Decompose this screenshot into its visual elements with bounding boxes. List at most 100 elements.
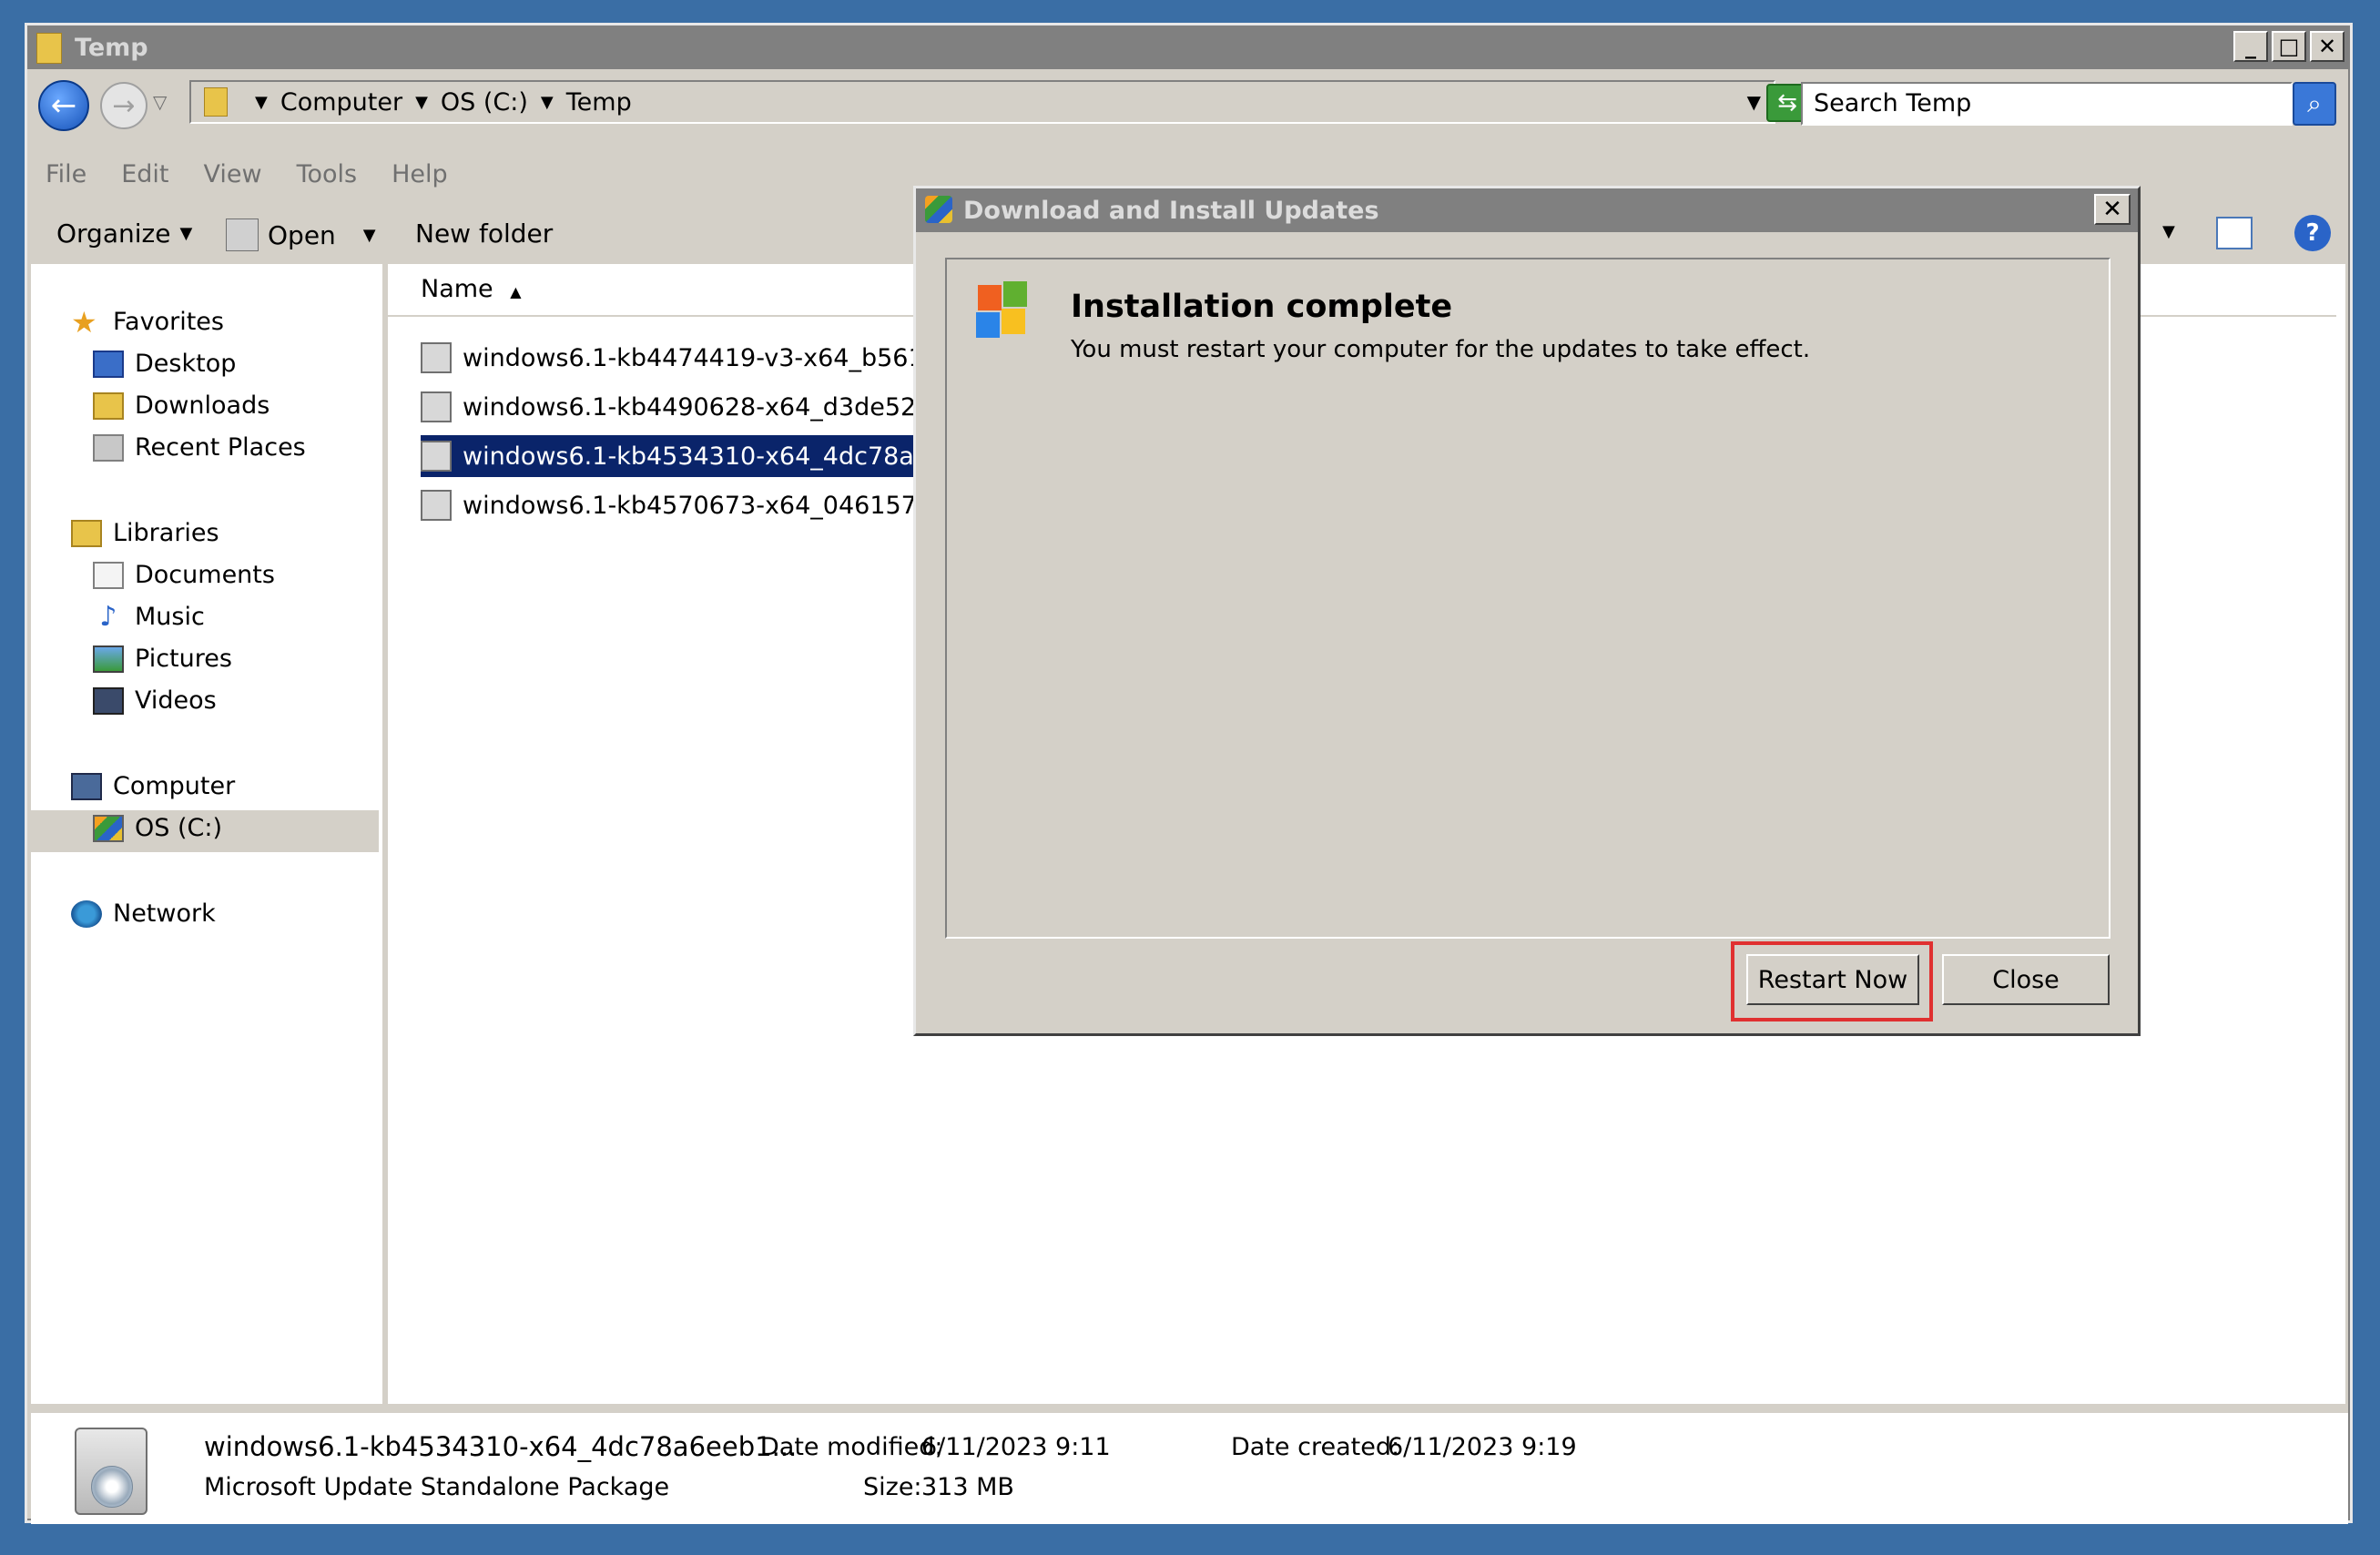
file-row[interactable]: windows6.1-kb4490628-x64_d3de52d698: [421, 386, 988, 428]
update-package-icon: [75, 1428, 147, 1515]
folder-icon: [204, 87, 228, 117]
view-options-dropdown[interactable]: ▼: [2162, 222, 2175, 241]
file-row[interactable]: windows6.1-kb4474419-v3-x64_b5614c6: [421, 337, 978, 379]
address-bar-row: ← → ▽ ▼ Computer ▼ OS (C:) ▼ Temp ▼ ⇆ Se…: [27, 73, 2350, 137]
dialog-title: Download and Install Updates: [963, 197, 1379, 225]
nav-os-c-label: OS (C:): [135, 814, 222, 842]
nav-computer[interactable]: Computer: [71, 772, 235, 800]
date-created-value: 6/11/2023 9:19: [1388, 1433, 1577, 1461]
dialog-message: You must restart your computer for the u…: [1071, 336, 1811, 363]
nav-libraries[interactable]: Libraries: [71, 519, 219, 547]
date-modified-value: 6/11/2023 9:11: [921, 1433, 1111, 1461]
file-row[interactable]: windows6.1-kb4570673-x64_046157fddc: [421, 484, 979, 526]
desktop-icon: [93, 350, 124, 378]
documents-icon: [93, 561, 124, 589]
nav-favorites[interactable]: ★ Favorites: [71, 304, 224, 340]
close-icon: ✕: [2102, 196, 2122, 223]
organize-label: Organize: [56, 219, 171, 249]
file-name: windows6.1-kb4570673-x64_046157fddc: [463, 491, 971, 520]
forward-arrow-icon: →: [112, 89, 136, 122]
preview-pane-icon[interactable]: [2216, 217, 2253, 249]
downloads-icon: [93, 391, 124, 420]
column-header-name[interactable]: Name ▲: [421, 275, 522, 303]
recent-places-icon: [93, 433, 124, 462]
address-history-dropdown[interactable]: ▼: [1747, 91, 1761, 113]
nav-videos-label: Videos: [135, 686, 217, 715]
menu-view[interactable]: View: [203, 160, 261, 188]
nav-recent-places[interactable]: Recent Places: [93, 433, 306, 462]
nav-downloads[interactable]: Downloads: [93, 391, 270, 420]
nav-pictures[interactable]: Pictures: [93, 645, 232, 673]
search-button[interactable]: ⌕: [2293, 82, 2336, 126]
minimize-button[interactable]: _: [2233, 31, 2268, 62]
libraries-icon: [71, 519, 102, 547]
search-input[interactable]: Search Temp: [1801, 82, 2293, 126]
details-filename: windows6.1-kb4534310-x64_4dc78a6eeb1...: [204, 1431, 798, 1462]
chevron-down-icon[interactable]: ▼: [363, 226, 376, 245]
breadcrumb-temp[interactable]: Temp: [566, 88, 632, 117]
nav-desktop[interactable]: Desktop: [93, 350, 236, 378]
dialog-titlebar[interactable]: Download and Install Updates ✕: [916, 188, 2138, 232]
file-name: windows6.1-kb4490628-x64_d3de52d698: [463, 392, 979, 422]
chevron-down-icon: ▼: [179, 224, 193, 243]
nav-music-label: Music: [135, 603, 205, 631]
install-updates-dialog: Download and Install Updates ✕ Installat…: [913, 186, 2141, 1036]
recent-pages-dropdown[interactable]: ▽: [153, 91, 167, 113]
menu-help[interactable]: Help: [392, 160, 448, 188]
dialog-content: Installation complete You must restart y…: [945, 258, 2110, 939]
nav-os-c[interactable]: OS (C:): [93, 814, 222, 842]
menu-bar: File Edit View Tools Help: [46, 160, 448, 188]
size-label: Size:: [863, 1473, 922, 1501]
nav-videos[interactable]: Videos: [93, 686, 217, 715]
update-package-icon: [421, 391, 452, 422]
update-package-icon: [421, 342, 452, 373]
restart-highlight-box: [1731, 941, 1933, 1021]
menu-tools[interactable]: Tools: [297, 160, 358, 188]
close-button[interactable]: Close: [1942, 954, 2110, 1005]
pictures-icon: [93, 645, 124, 673]
nav-favorites-label: Favorites: [113, 308, 224, 336]
address-box[interactable]: ▼ Computer ▼ OS (C:) ▼ Temp ▼: [189, 80, 1775, 124]
file-name: windows6.1-kb4534310-x64_4dc78a6eeb: [463, 442, 976, 471]
menu-edit[interactable]: Edit: [121, 160, 168, 188]
update-package-icon: [421, 490, 452, 521]
breadcrumb-arrow-icon[interactable]: ▼: [255, 93, 268, 112]
close-icon: ✕: [2317, 34, 2337, 59]
nav-network-label: Network: [113, 899, 216, 928]
update-package-icon: [421, 441, 452, 472]
videos-icon: [93, 686, 124, 715]
window-titlebar[interactable]: Temp _ □ ✕: [27, 25, 2350, 69]
nav-recent-places-label: Recent Places: [135, 433, 306, 462]
open-label: Open: [268, 219, 336, 250]
file-row-selected[interactable]: windows6.1-kb4534310-x64_4dc78a6eeb: [421, 435, 985, 477]
open-icon: [226, 219, 259, 251]
disc-icon: [91, 1466, 133, 1508]
forward-button[interactable]: →: [100, 82, 147, 129]
breadcrumb-os-c[interactable]: OS (C:): [441, 88, 528, 117]
breadcrumb-computer[interactable]: Computer: [280, 88, 402, 117]
maximize-button[interactable]: □: [2272, 31, 2306, 62]
dialog-close-x-button[interactable]: ✕: [2094, 194, 2131, 225]
breadcrumb-arrow-icon[interactable]: ▼: [541, 93, 554, 112]
nav-documents-label: Documents: [135, 561, 275, 589]
size-value: 313 MB: [921, 1473, 1014, 1501]
minimize-icon: _: [2245, 34, 2256, 59]
close-window-button[interactable]: ✕: [2310, 31, 2344, 62]
help-icon[interactable]: ?: [2294, 215, 2331, 251]
open-button[interactable]: Open ▼: [226, 219, 376, 251]
folder-icon: [36, 33, 62, 64]
star-icon: ★: [71, 304, 97, 340]
menu-file[interactable]: File: [46, 160, 86, 188]
nav-pictures-label: Pictures: [135, 645, 232, 673]
new-folder-button[interactable]: New folder: [415, 219, 553, 249]
column-name-label: Name: [421, 275, 493, 303]
back-button[interactable]: ←: [38, 80, 89, 131]
nav-music[interactable]: ♪ Music: [93, 603, 205, 631]
windows-update-icon: [974, 279, 1029, 338]
breadcrumb-arrow-icon[interactable]: ▼: [415, 93, 428, 112]
refresh-icon: ⇆: [1777, 89, 1797, 117]
nav-downloads-label: Downloads: [135, 391, 270, 420]
nav-documents[interactable]: Documents: [93, 561, 275, 589]
nav-network[interactable]: Network: [71, 899, 216, 928]
organize-button[interactable]: Organize ▼: [56, 219, 192, 249]
